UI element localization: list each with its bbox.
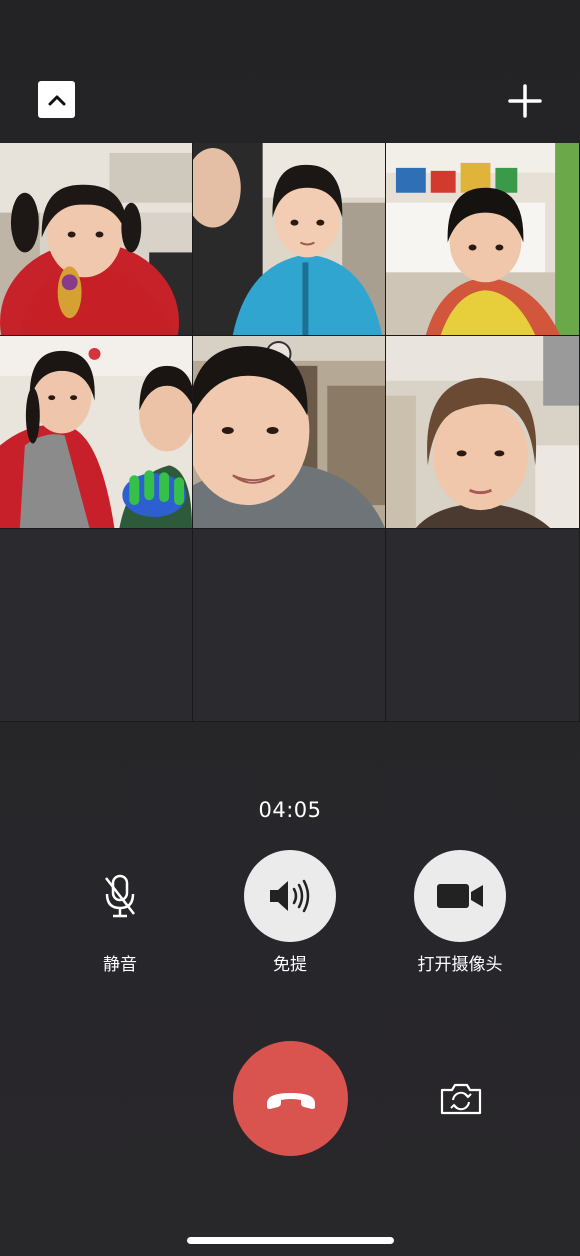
empty-participant-tile [193, 529, 386, 722]
mute-label: 静音 [103, 955, 137, 975]
call-timer: 04:05 [258, 798, 322, 822]
participant-grid [0, 143, 580, 722]
camera-label: 打开摄像头 [417, 955, 503, 975]
flip-camera-button[interactable] [437, 1078, 485, 1120]
participant-video [0, 143, 192, 335]
speaker-label: 免提 [273, 955, 307, 975]
participant-video-tile[interactable] [0, 143, 193, 336]
mute-button[interactable]: 静音 [50, 850, 190, 975]
speaker-icon [270, 879, 310, 913]
phone-hangup-icon [266, 1092, 315, 1109]
participant-video [193, 336, 385, 528]
home-indicator[interactable] [187, 1237, 394, 1244]
participant-video-tile[interactable] [0, 336, 193, 529]
plus-icon [508, 84, 542, 118]
participant-video-tile[interactable] [193, 143, 386, 336]
add-participant-button[interactable] [504, 80, 546, 122]
participant-video [386, 143, 579, 335]
participant-video-tile[interactable] [193, 336, 386, 529]
video-camera-icon [437, 884, 483, 908]
speaker-button[interactable]: 免提 [220, 850, 360, 975]
speaker-icon-wrap [244, 850, 336, 942]
camera-button[interactable]: 打开摄像头 [390, 850, 530, 975]
mute-icon-wrap [74, 850, 166, 942]
camera-switch-icon [440, 1083, 482, 1115]
empty-participant-tile [0, 529, 193, 722]
microphone-off-icon [105, 874, 135, 918]
chevron-up-icon [48, 95, 65, 105]
empty-participant-tile [386, 529, 580, 722]
participant-video-tile[interactable] [386, 143, 580, 336]
participant-video [193, 143, 385, 335]
participant-video [386, 336, 579, 528]
participant-video-tile[interactable] [386, 336, 580, 529]
minimize-button[interactable] [38, 81, 75, 118]
end-call-button[interactable] [233, 1041, 348, 1156]
camera-icon-wrap [414, 850, 506, 942]
video-call-screen: 04:05 静音 免提 打开摄像头 [0, 0, 580, 1256]
participant-video [0, 336, 192, 528]
